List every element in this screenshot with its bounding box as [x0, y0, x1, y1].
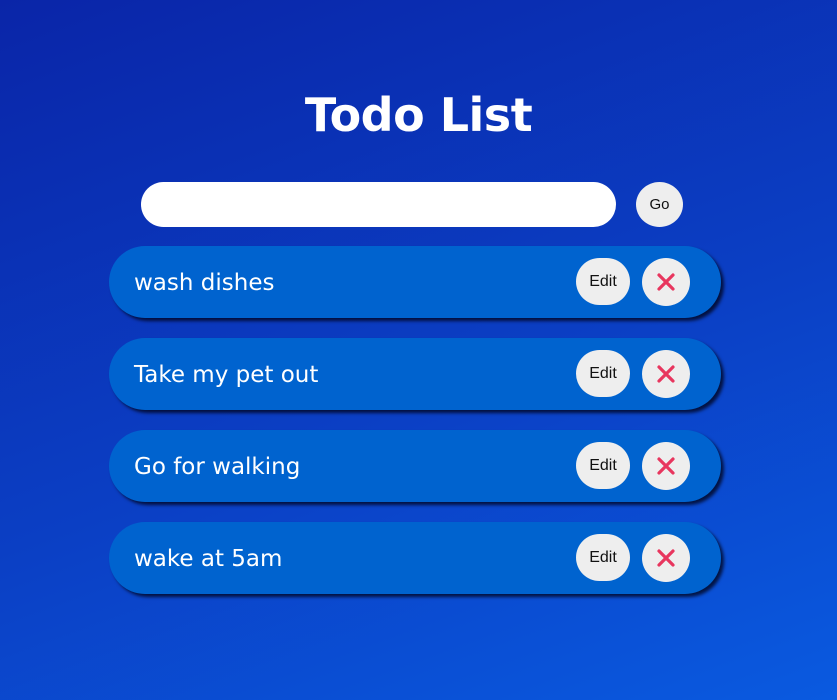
edit-button[interactable]: Edit	[576, 442, 630, 489]
close-icon	[657, 273, 675, 291]
edit-button[interactable]: Edit	[576, 350, 630, 397]
todo-list: wash dishes Edit Take my pet out Edit Go…	[109, 246, 721, 614]
delete-button[interactable]	[642, 442, 690, 490]
todo-text: Take my pet out	[134, 362, 319, 388]
todo-item: wake at 5am Edit	[109, 522, 721, 594]
todo-input[interactable]	[141, 182, 616, 227]
page-title: Todo List	[304, 88, 533, 142]
todo-text: wake at 5am	[134, 546, 283, 572]
todo-item: Go for walking Edit	[109, 430, 721, 502]
delete-button[interactable]	[642, 534, 690, 582]
todo-item: Take my pet out Edit	[109, 338, 721, 410]
close-icon	[657, 549, 675, 567]
delete-button[interactable]	[642, 350, 690, 398]
add-todo-form: Go	[141, 182, 686, 228]
todo-text: Go for walking	[134, 454, 301, 480]
edit-button[interactable]: Edit	[576, 258, 630, 305]
todo-app: Todo List Go wash dishes Edit Take my pe…	[0, 0, 837, 700]
close-icon	[657, 365, 675, 383]
todo-item: wash dishes Edit	[109, 246, 721, 318]
todo-text: wash dishes	[134, 270, 275, 296]
edit-button[interactable]: Edit	[576, 534, 630, 581]
close-icon	[657, 457, 675, 475]
delete-button[interactable]	[642, 258, 690, 306]
go-button[interactable]: Go	[636, 182, 683, 227]
